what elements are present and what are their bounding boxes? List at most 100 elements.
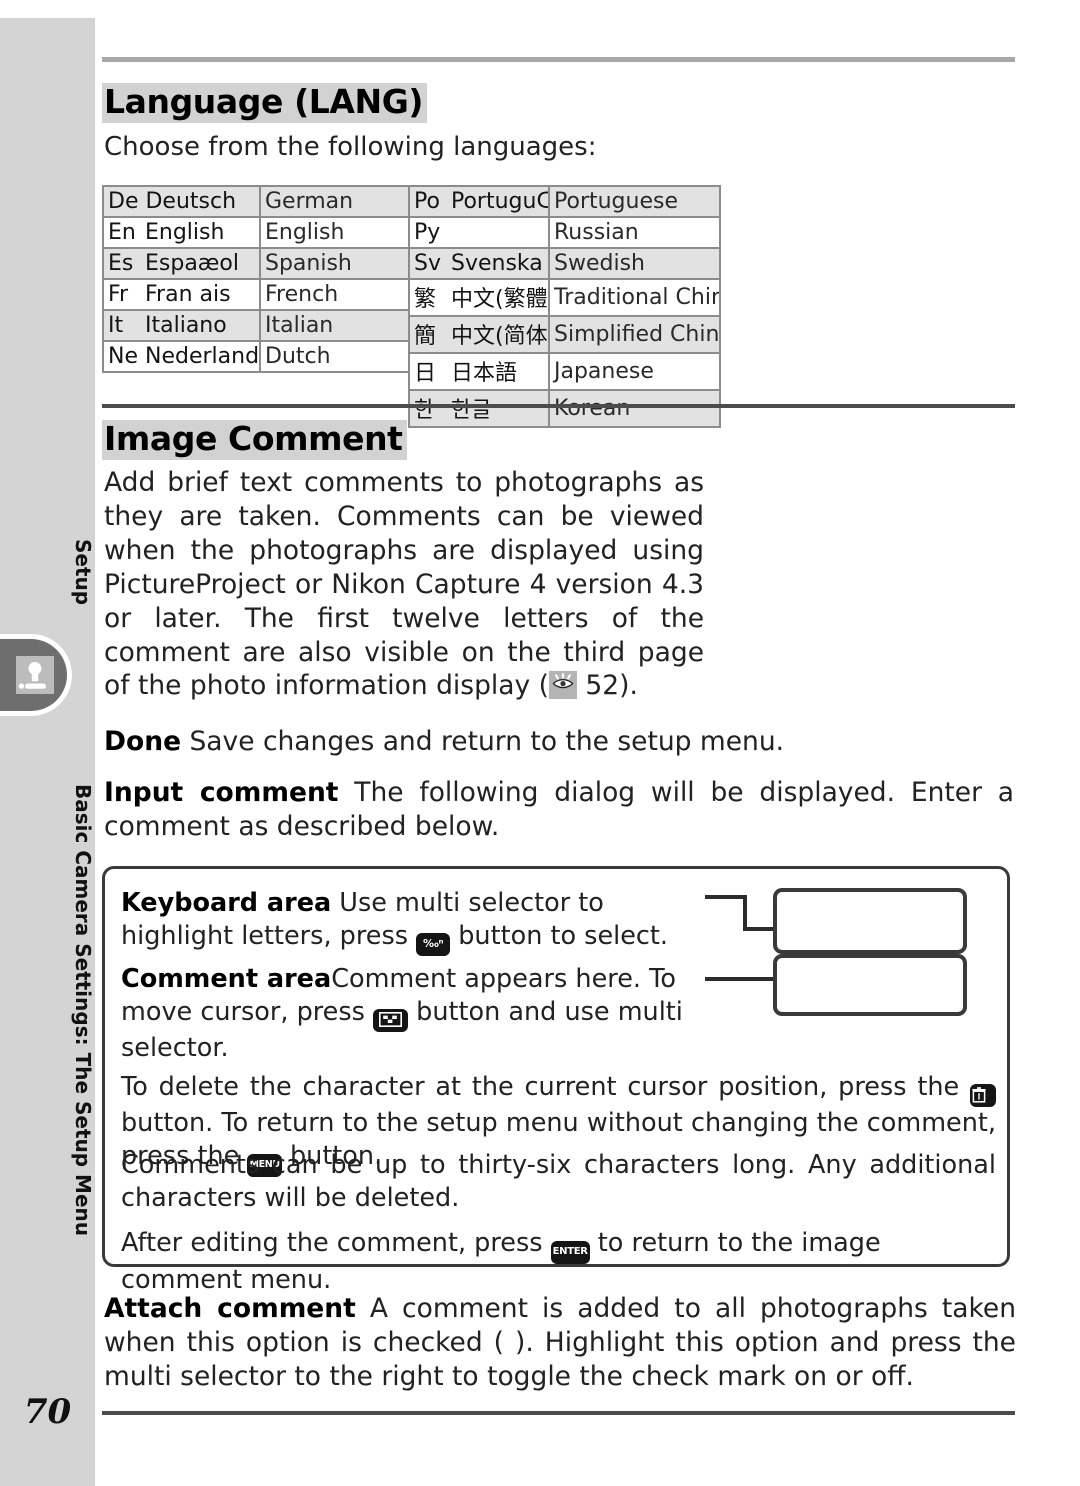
sidebar-top-spacer [0, 0, 95, 18]
language-native-cell: Py [408, 216, 550, 249]
diagram-comment-area-box [773, 954, 967, 1016]
language-code: Po [414, 188, 440, 214]
sidebar-label-chapter: Basic Camera Settings: The Setup Menu [71, 784, 95, 1236]
language-native-cell: It Italiano [102, 309, 261, 342]
rule-section-divider [102, 404, 1015, 408]
callout-keyboard-area: Keyboard area Use multi selector to high… [121, 887, 721, 956]
language-english-cell: Japanese [548, 352, 721, 391]
language-code: En [108, 219, 136, 245]
option-input-comment-label: Input comment [104, 777, 339, 808]
language-native-name: Espaæol [138, 250, 239, 276]
callout-comment-area: Comment areaComment appears here. To mov… [121, 963, 721, 1064]
option-done: Done Save changes and return to the setu… [104, 725, 1004, 759]
language-native-name: Italiano [138, 312, 227, 338]
table-row: 日 日本語 Japanese [408, 352, 721, 391]
language-native-name: 한글 [444, 398, 492, 423]
language-native-cell: Po PortuguŒEs [408, 185, 550, 218]
option-input-comment: Input comment The following dialog will … [104, 776, 1014, 844]
language-native-cell: Sv Svenska [408, 247, 550, 280]
table-row: Sv Svenska Swedish [408, 247, 721, 280]
callout-comment-label: Comment area [121, 964, 332, 994]
language-english-cell: Russian [548, 216, 721, 249]
option-done-label: Done [104, 726, 182, 757]
table-row: 簡 中文(简体)Simplified Chinese [408, 315, 721, 354]
leader-line-keyboard-b [743, 895, 747, 931]
callout-length-paragraph: Comments can be up to thirty-six charact… [121, 1150, 996, 1213]
callout-delete-text-pre: To delete the character at the current c… [121, 1072, 970, 1102]
image-comment-body-post: 52). [576, 670, 638, 702]
table-row: 한 한글 Korean [408, 389, 721, 428]
sidebar-label-setup: Setup [71, 539, 95, 606]
page-number: 70 [23, 1392, 72, 1432]
language-native-name: Deutsch [138, 188, 237, 214]
table-row: De Deutsch German [102, 185, 415, 218]
table-row: Ne Nederlands Dutch [102, 340, 415, 373]
table-row: Po PortuguŒEsPortuguese [408, 185, 721, 218]
language-code: Fr [108, 281, 129, 307]
table-row: Fr Fran ais French [102, 278, 415, 311]
language-english-cell: Spanish [259, 247, 415, 280]
image-comment-body-pre: Add brief text comments to photographs a… [104, 467, 704, 702]
language-native-name: Svenska [444, 250, 543, 276]
language-english-cell: Dutch [259, 340, 415, 373]
rule-top [102, 57, 1015, 62]
table-row: 繁 中文(繁體)Traditional Chinese [408, 278, 721, 317]
language-native-cell: 日 日本語 [408, 352, 550, 391]
callout-after-paragraph: After editing the comment, press ENTER t… [121, 1227, 996, 1297]
qual-button-icon: ‰ⁿ [416, 932, 451, 956]
leader-line-keyboard-c [743, 927, 777, 931]
language-native-name: Nederlands [138, 343, 260, 369]
thumbnail-button-icon [373, 1008, 409, 1032]
language-native-cell: 한 한글 [408, 389, 550, 428]
callout-box: Keyboard area Use multi selector to high… [102, 866, 1010, 1295]
diagram-keyboard-area-box [773, 888, 967, 954]
table-row: It Italiano Italian [102, 309, 415, 342]
page-content: Language (LANG) Choose from the followin… [95, 0, 1080, 1486]
language-native-name: 中文(繁體) [444, 287, 549, 312]
language-english-cell: Korean [548, 389, 721, 428]
sidebar-tab-setup[interactable] [0, 634, 72, 716]
language-code: It [108, 312, 124, 338]
language-english-cell: German [259, 185, 415, 218]
page-title-language: Language (LANG) [102, 83, 428, 123]
language-code: Es [108, 250, 134, 276]
language-code: 簡 [414, 324, 437, 349]
language-code: Py [414, 219, 441, 245]
leader-line-keyboard-a [705, 895, 747, 899]
table-row: Py Russian [408, 216, 721, 249]
language-table-left: De Deutsch German En English English Es Espa… [102, 185, 415, 373]
leader-line-comment [705, 977, 777, 981]
language-english-cell: Portuguese [548, 185, 721, 218]
sidebar: Setup Basic Camera Settings: The Setup M… [0, 0, 95, 1486]
language-native-name: English [138, 219, 225, 245]
language-native-name: 日本語 [444, 361, 517, 386]
enter-button-icon: ENTER [550, 1241, 590, 1264]
language-code: 繁 [414, 287, 437, 312]
language-code: Sv [414, 250, 441, 276]
language-native-name: PortuguŒEs [450, 188, 547, 214]
language-english-cell: French [259, 278, 415, 311]
playback-info-icon [548, 671, 577, 700]
language-native-cell: 繁 中文(繁體) [408, 278, 550, 317]
language-code: Ne [108, 343, 138, 369]
language-native-cell: Fr Fran ais [102, 278, 261, 311]
language-english-cell: Italian [259, 309, 415, 342]
trash-button-icon [970, 1084, 996, 1107]
option-done-text: Save changes and return to the setup men… [181, 726, 785, 757]
page-title-image-comment: Image Comment [102, 420, 407, 460]
language-english-cell: Traditional Chinese [548, 278, 721, 317]
language-native-cell: De Deutsch [102, 185, 261, 218]
language-code: 日 [414, 361, 437, 386]
language-code: 한 [414, 398, 435, 423]
wrench-setup-icon [16, 656, 54, 694]
callout-keyboard-text-post: button to select. [450, 920, 669, 951]
language-native-cell: 簡 中文(简体) [408, 315, 550, 354]
language-code: De [108, 188, 139, 214]
table-row: En English English [102, 216, 415, 249]
language-native-cell: Es Espaæol [102, 247, 261, 280]
language-native-name: Fran ais [138, 281, 231, 307]
language-english-cell: Simplified Chinese [548, 315, 721, 354]
image-comment-body: Add brief text comments to photographs a… [104, 466, 704, 703]
language-native-name: 中文(简体) [444, 324, 549, 349]
option-attach-comment-label: Attach comment [104, 1293, 356, 1324]
